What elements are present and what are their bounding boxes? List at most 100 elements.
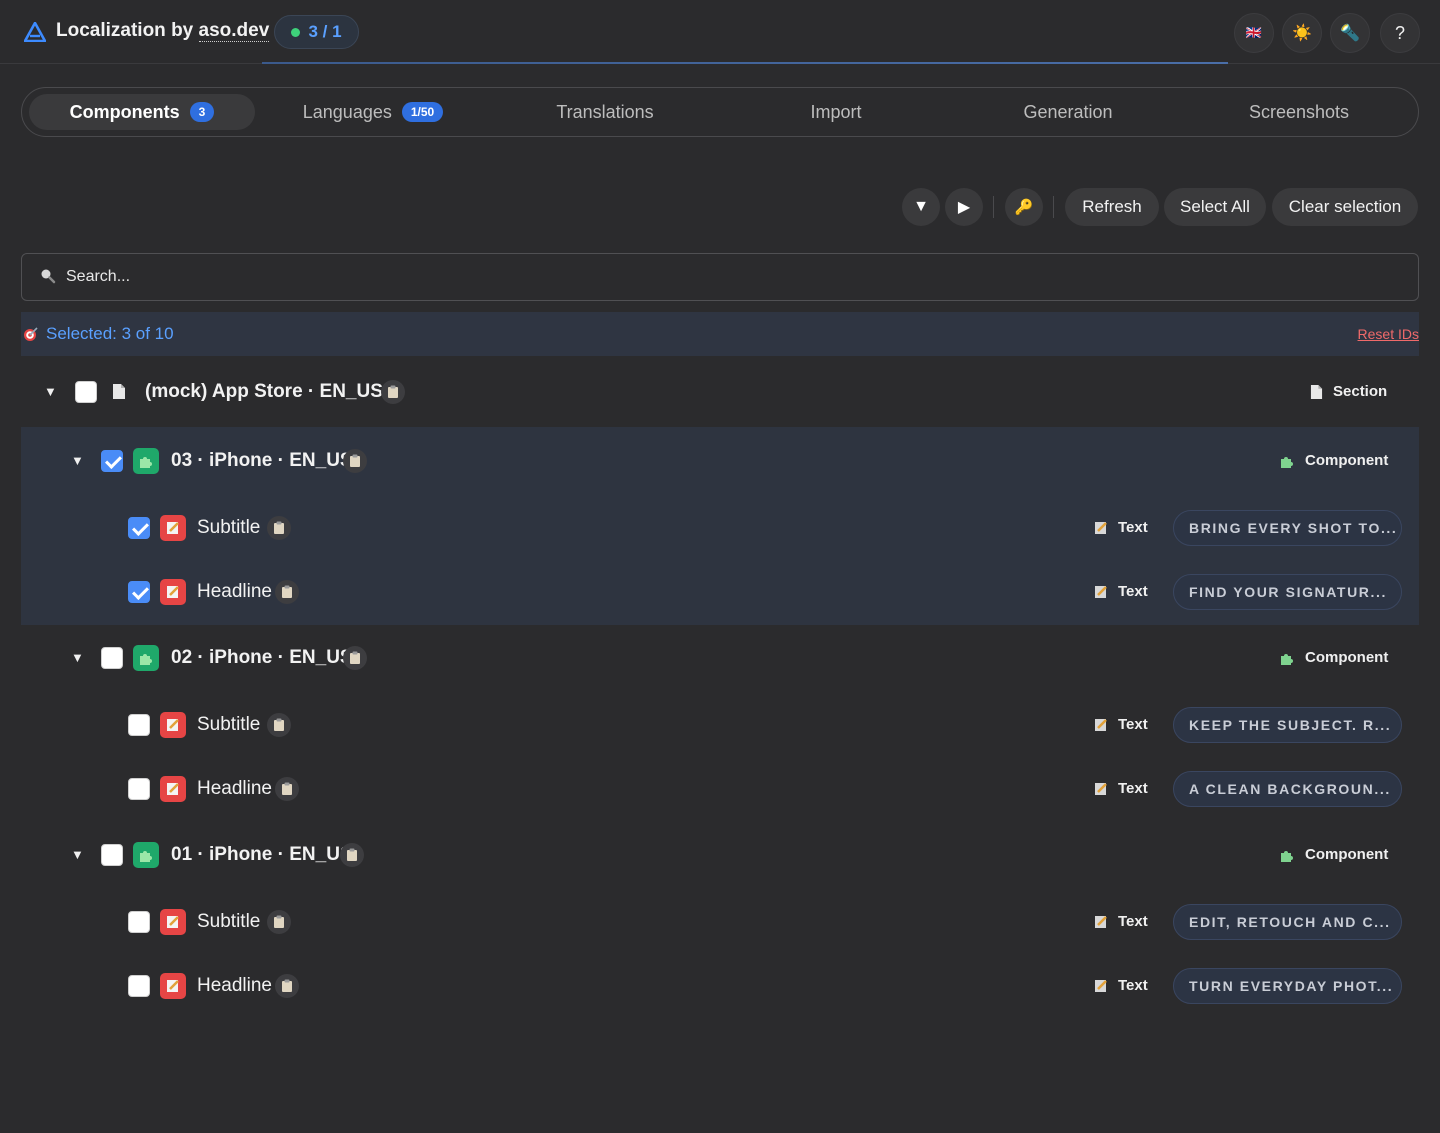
tab-translations[interactable]: Translations (492, 94, 718, 130)
collapse-all-button[interactable]: ▼ (902, 188, 940, 226)
text-value-chip[interactable]: A CLEAN BACKGROUN... (1173, 771, 1402, 807)
clipboard-icon[interactable] (267, 910, 291, 934)
text-checkbox[interactable] (128, 975, 150, 997)
text-type: Text (1094, 913, 1148, 930)
text-checkbox[interactable] (128, 714, 150, 736)
memo-icon (160, 973, 186, 999)
selection-bar: Selected: 3 of 10 Reset IDs (21, 312, 1419, 356)
toolbar-divider (993, 196, 994, 218)
tab-components[interactable]: Components 3 (29, 94, 255, 130)
caret-down-icon[interactable]: ▼ (71, 650, 84, 665)
tab-languages[interactable]: Languages 1/50 (260, 94, 486, 130)
component-row[interactable]: ▼ 02 · iPhone · EN_US Component (0, 638, 1440, 678)
text-value-chip[interactable]: FIND YOUR SIGNATUR... (1173, 574, 1402, 610)
caret-down-icon[interactable]: ▼ (71, 847, 84, 862)
reset-ids-link[interactable]: Reset IDs (1358, 326, 1419, 342)
type-label: Component (1305, 649, 1389, 666)
clipboard-icon[interactable] (343, 449, 367, 473)
page-icon (113, 384, 125, 399)
clear-selection-button[interactable]: Clear selection (1272, 188, 1418, 226)
component-row[interactable]: ▼ 03 · iPhone · EN_US Component (0, 441, 1440, 481)
text-value-chip[interactable]: TURN EVERYDAY PHOT... (1173, 968, 1402, 1004)
top-bar: Localization by aso.dev 3 / 1 🇬🇧 ☀️ 🔦 ? (0, 0, 1440, 64)
component-type: Component (1279, 649, 1388, 666)
text-row[interactable]: Subtitle Text KEEP THE SUBJECT. R... (0, 705, 1440, 745)
app-title-link[interactable]: aso.dev (198, 20, 270, 42)
tab-screenshots[interactable]: Screenshots (1186, 94, 1412, 130)
section-row[interactable]: ▼ (mock) App Store · EN_US Section (0, 372, 1440, 412)
text-label: Subtitle (197, 911, 261, 932)
component-checkbox[interactable] (101, 844, 123, 866)
text-value-chip[interactable]: KEEP THE SUBJECT. R... (1173, 707, 1402, 743)
text-label: Headline (197, 975, 272, 996)
type-label: Text (1118, 780, 1148, 797)
status-count: 3 / 1 (308, 22, 342, 41)
memo-icon (160, 515, 186, 541)
tab-badge: 1/50 (401, 102, 444, 122)
clipboard-icon[interactable] (267, 713, 291, 737)
memo-icon (160, 909, 186, 935)
component-label: 01 · iPhone · EN_US (171, 844, 353, 865)
text-row[interactable]: Headline Text TURN EVERYDAY PHOT... (0, 966, 1440, 1006)
memo-icon (1095, 521, 1107, 534)
caret-down-icon[interactable]: ▼ (44, 384, 57, 399)
puzzle-icon (133, 448, 159, 474)
language-flag-button[interactable]: 🇬🇧 (1234, 13, 1274, 53)
tab-import[interactable]: Import (723, 94, 949, 130)
logo-icon (24, 22, 46, 42)
clipboard-icon[interactable] (381, 380, 405, 404)
clipboard-icon[interactable] (275, 580, 299, 604)
clipboard-icon[interactable] (267, 516, 291, 540)
page-icon (1310, 384, 1323, 399)
search-input[interactable] (66, 264, 1366, 290)
text-type: Text (1094, 780, 1148, 797)
progress-bar (262, 62, 1228, 64)
component-type: Component (1279, 846, 1388, 863)
text-checkbox[interactable] (128, 581, 150, 603)
text-type: Text (1094, 583, 1148, 600)
section-type: Section (1310, 383, 1387, 400)
tab-label: Translations (556, 101, 654, 122)
type-label: Text (1118, 913, 1148, 930)
type-label: Text (1118, 977, 1148, 994)
text-row[interactable]: Headline Text FIND YOUR SIGNATUR... (0, 572, 1440, 612)
text-row[interactable]: Subtitle Text EDIT, RETOUCH AND C... (0, 902, 1440, 942)
app-title: Localization by aso.dev (56, 20, 270, 42)
key-button[interactable]: 🔑 (1005, 188, 1043, 226)
memo-icon (1095, 979, 1107, 992)
type-label: Text (1118, 583, 1148, 600)
text-label: Headline (197, 581, 272, 602)
text-checkbox[interactable] (128, 517, 150, 539)
tab-label: Components (69, 101, 180, 122)
tool-button[interactable]: 🔦 (1330, 13, 1370, 53)
status-pill: 3 / 1 (274, 15, 359, 49)
text-row[interactable]: Headline Text A CLEAN BACKGROUN... (0, 769, 1440, 809)
puzzle-icon (1281, 653, 1293, 665)
clipboard-icon[interactable] (275, 974, 299, 998)
refresh-button[interactable]: Refresh (1065, 188, 1159, 226)
theme-toggle-button[interactable]: ☀️ (1282, 13, 1322, 53)
clipboard-icon[interactable] (340, 843, 364, 867)
expand-all-button[interactable]: ▶ (945, 188, 983, 226)
text-value-chip[interactable]: EDIT, RETOUCH AND C... (1173, 904, 1402, 940)
component-checkbox[interactable] (101, 450, 123, 472)
help-button[interactable]: ? (1380, 13, 1420, 53)
memo-icon (160, 712, 186, 738)
app-title-prefix: Localization by (56, 20, 199, 41)
tab-generation[interactable]: Generation (955, 94, 1181, 130)
clipboard-icon[interactable] (275, 777, 299, 801)
memo-icon (1095, 718, 1107, 731)
text-row[interactable]: Subtitle Text BRING EVERY SHOT TO... (0, 508, 1440, 548)
search-icon (41, 269, 56, 284)
main-tabs: Components 3 Languages 1/50 Translations… (21, 87, 1419, 137)
caret-down-icon[interactable]: ▼ (71, 453, 84, 468)
component-checkbox[interactable] (101, 647, 123, 669)
clipboard-icon[interactable] (343, 646, 367, 670)
triangle-right-icon: ▶ (957, 199, 971, 216)
text-checkbox[interactable] (128, 911, 150, 933)
text-value-chip[interactable]: BRING EVERY SHOT TO... (1173, 510, 1402, 546)
component-row[interactable]: ▼ 01 · iPhone · EN_US Component (0, 835, 1440, 875)
section-checkbox[interactable] (75, 381, 97, 403)
text-checkbox[interactable] (128, 778, 150, 800)
select-all-button[interactable]: Select All (1164, 188, 1266, 226)
